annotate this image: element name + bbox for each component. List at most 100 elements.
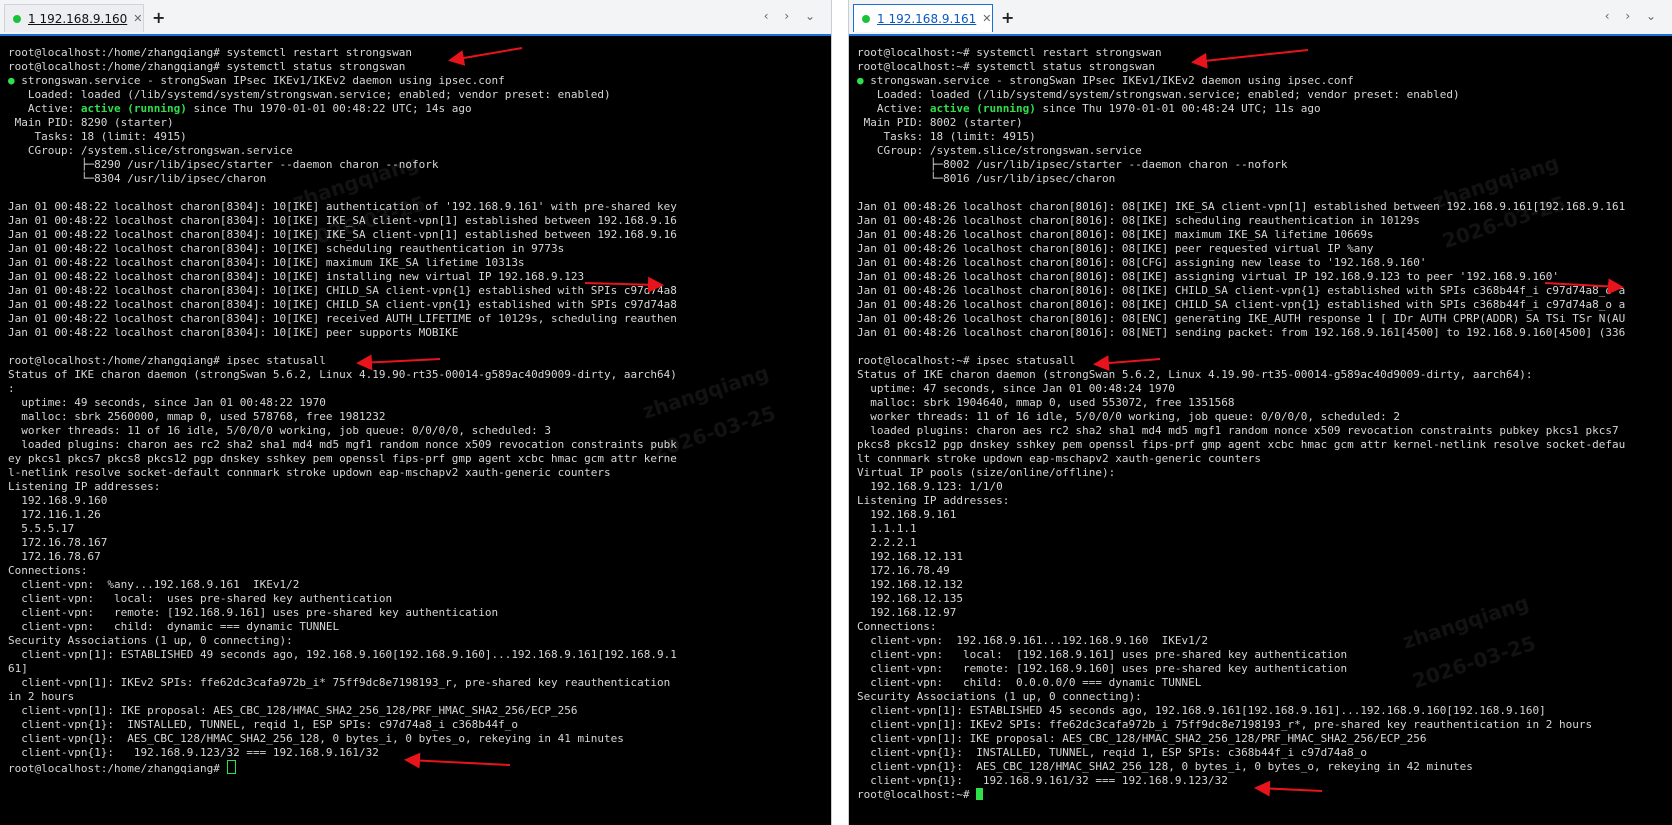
terminal-line: client-vpn{1}: 192.168.9.123/32 === 192.… xyxy=(8,746,379,759)
terminal-line: Jan 01 00:48:22 localhost charon[8304]: … xyxy=(8,270,585,283)
terminal-line: ● strongswan.service - strongSwan IPsec … xyxy=(8,74,505,87)
terminal-line: worker threads: 11 of 16 idle, 5/0/0/0 w… xyxy=(857,410,1401,423)
terminal-line: CGroup: /system.slice/strongswan.service xyxy=(857,144,1142,157)
terminal-line: client-vpn: 192.168.9.161...192.168.9.16… xyxy=(857,634,1208,647)
terminal-line: client-vpn{1}: AES_CBC_128/HMAC_SHA2_256… xyxy=(857,760,1473,773)
terminal-line: client-vpn: local: uses pre-shared key a… xyxy=(8,592,393,605)
service-status-dot-icon: ● xyxy=(8,74,15,87)
close-icon[interactable]: ✕ xyxy=(982,12,991,25)
terminal-line: malloc: sbrk 1904640, mmap 0, used 55307… xyxy=(857,396,1235,409)
terminal-line: Jan 01 00:48:26 localhost charon[8016]: … xyxy=(857,284,1626,297)
tab-nav-icons[interactable]: ‹ › ⌄ xyxy=(1605,9,1662,23)
terminal-line: : xyxy=(8,382,15,395)
terminal-line: uptime: 49 seconds, since Jan 01 00:48:2… xyxy=(8,396,326,409)
terminal-line: client-vpn[1]: ESTABLISHED 45 seconds ag… xyxy=(857,704,1546,717)
terminal-cursor[interactable] xyxy=(226,760,236,774)
terminal-line: client-vpn: remote: [192.168.9.160] uses… xyxy=(857,662,1348,675)
terminal-line: 192.168.9.123: 1/1/0 xyxy=(857,480,1003,493)
terminal-line: Listening IP addresses: xyxy=(857,494,1010,507)
terminal-line: Tasks: 18 (limit: 4915) xyxy=(857,130,1036,143)
terminal-line: client-vpn[1]: IKE proposal: AES_CBC_128… xyxy=(857,732,1427,745)
terminal-line: root@localhost:/home/zhangqiang# systemc… xyxy=(8,60,406,73)
terminal-line: client-vpn[1]: IKEv2 SPIs: ffe62dc3cafa9… xyxy=(857,718,1593,731)
terminal-line: 61] xyxy=(8,662,28,675)
terminal-line: client-vpn: child: dynamic === dynamic T… xyxy=(8,620,340,633)
terminal-line: Loaded: loaded (/lib/systemd/system/stro… xyxy=(8,88,611,101)
terminal-line: Listening IP addresses: xyxy=(8,480,161,493)
terminal-line: 172.16.78.67 xyxy=(8,550,101,563)
terminal-line: uptime: 47 seconds, since Jan 01 00:48:2… xyxy=(857,382,1175,395)
terminal-cursor[interactable] xyxy=(976,788,984,800)
terminal-line: Status of IKE charon daemon (strongSwan … xyxy=(8,368,677,381)
tab-bar: 1 192.168.9.160 ✕ + ‹ › ⌄ xyxy=(0,0,831,36)
new-tab-button[interactable]: + xyxy=(1001,8,1014,27)
terminal-line: loaded plugins: charon aes rc2 sha2 sha1… xyxy=(857,424,1619,437)
terminal-line: Jan 01 00:48:26 localhost charon[8016]: … xyxy=(857,326,1626,339)
terminal-line: 192.168.12.97 xyxy=(857,606,957,619)
terminal-line: lt connmark stroke updown eap-mschapv2 x… xyxy=(857,452,1261,465)
pane-divider[interactable] xyxy=(831,0,849,825)
terminal-line: ├─8002 /usr/lib/ipsec/starter --daemon c… xyxy=(857,158,1288,171)
new-tab-button[interactable]: + xyxy=(152,8,165,27)
terminal-line: ● strongswan.service - strongSwan IPsec … xyxy=(857,74,1354,87)
terminal-line: worker threads: 11 of 16 idle, 5/0/0/0 w… xyxy=(8,424,552,437)
terminal-line: root@localhost:~# systemctl status stron… xyxy=(857,60,1156,73)
terminal-line: Jan 01 00:48:22 localhost charon[8304]: … xyxy=(8,242,565,255)
terminal-line: └─8016 /usr/lib/ipsec/charon xyxy=(857,172,1116,185)
terminal-line: Virtual IP pools (size/online/offline): xyxy=(857,466,1116,479)
service-status-dot-icon: ● xyxy=(857,74,864,87)
terminal-line: 172.16.78.49 xyxy=(857,564,950,577)
terminal-line: Connections: xyxy=(8,564,88,577)
terminal-line: Jan 01 00:48:22 localhost charon[8304]: … xyxy=(8,214,677,227)
terminal-line: client-vpn{1}: INSTALLED, TUNNEL, reqid … xyxy=(857,746,1367,759)
terminal-line: Jan 01 00:48:26 localhost charon[8016]: … xyxy=(857,256,1427,269)
terminal-line: Security Associations (1 up, 0 connectin… xyxy=(8,634,293,647)
terminal-line: Active: active (running) since Thu 1970-… xyxy=(857,102,1321,115)
tab-session-right[interactable]: 1 192.168.9.161 ✕ xyxy=(853,4,993,32)
terminal-output[interactable]: root@localhost:/home/zhangqiang# systemc… xyxy=(8,46,827,825)
tab-nav-icons[interactable]: ‹ › ⌄ xyxy=(764,9,821,23)
terminal-line: Jan 01 00:48:22 localhost charon[8304]: … xyxy=(8,256,525,269)
tab-label: 1 192.168.9.161 xyxy=(877,11,977,26)
terminal-line: 192.168.9.161 xyxy=(857,508,957,521)
terminal-line: ey pkcs1 pkcs7 pkcs8 pkcs12 pgp dnskey s… xyxy=(8,452,677,465)
terminal-line: Jan 01 00:48:22 localhost charon[8304]: … xyxy=(8,298,677,311)
terminal-line: Jan 01 00:48:26 localhost charon[8016]: … xyxy=(857,242,1374,255)
terminal-pane-right[interactable]: 1 192.168.9.161 ✕ + ‹ › ⌄ root@localhost… xyxy=(849,0,1672,825)
terminal-line: Loaded: loaded (/lib/systemd/system/stro… xyxy=(857,88,1460,101)
terminal-line: client-vpn[1]: IKE proposal: AES_CBC_128… xyxy=(8,704,578,717)
terminal-line: Jan 01 00:48:22 localhost charon[8304]: … xyxy=(8,312,677,325)
terminal-line: Tasks: 18 (limit: 4915) xyxy=(8,130,187,143)
terminal-line: client-vpn{1}: 192.168.9.161/32 === 192.… xyxy=(857,774,1228,787)
terminal-line: 192.168.9.160 xyxy=(8,494,108,507)
terminal-line: client-vpn[1]: ESTABLISHED 49 seconds ag… xyxy=(8,648,677,661)
close-icon[interactable]: ✕ xyxy=(133,12,142,25)
terminal-line: client-vpn: child: 0.0.0.0/0 === dynamic… xyxy=(857,676,1202,689)
terminal-output[interactable]: root@localhost:~# systemctl restart stro… xyxy=(857,46,1668,825)
terminal-line: Connections: xyxy=(857,620,937,633)
terminal-line: 192.168.12.132 xyxy=(857,578,963,591)
terminal-line: Jan 01 00:48:26 localhost charon[8016]: … xyxy=(857,298,1626,311)
connected-status-icon xyxy=(862,14,870,23)
terminal-line: root@localhost:/home/zhangqiang# ipsec s… xyxy=(8,354,326,367)
terminal-line: └─8304 /usr/lib/ipsec/charon xyxy=(8,172,267,185)
terminal-pane-left[interactable]: 1 192.168.9.160 ✕ + ‹ › ⌄ root@localhost… xyxy=(0,0,831,825)
tab-bar: 1 192.168.9.161 ✕ + ‹ › ⌄ xyxy=(849,0,1672,36)
terminal-line: Active: active (running) since Thu 1970-… xyxy=(8,102,472,115)
terminal-line: loaded plugins: charon aes rc2 sha2 sha1… xyxy=(8,438,677,451)
terminal-line: client-vpn{1}: AES_CBC_128/HMAC_SHA2_256… xyxy=(8,732,624,745)
terminal-line: 172.16.78.167 xyxy=(8,536,108,549)
terminal-line: client-vpn[1]: IKEv2 SPIs: ffe62dc3cafa9… xyxy=(8,676,671,689)
tab-session-left[interactable]: 1 192.168.9.160 ✕ xyxy=(4,4,144,32)
terminal-line: root@localhost:/home/zhangqiang# systemc… xyxy=(8,46,412,59)
terminal-line: CGroup: /system.slice/strongswan.service xyxy=(8,144,293,157)
terminal-line: Jan 01 00:48:26 localhost charon[8016]: … xyxy=(857,214,1420,227)
terminal-line: Main PID: 8002 (starter) xyxy=(857,116,1023,129)
terminal-line: 1.1.1.1 xyxy=(857,522,917,535)
terminal-line: Status of IKE charon daemon (strongSwan … xyxy=(857,368,1533,381)
terminal-line: Jan 01 00:48:22 localhost charon[8304]: … xyxy=(8,326,459,339)
terminal-line: root@localhost:~# ipsec statusall xyxy=(857,354,1076,367)
